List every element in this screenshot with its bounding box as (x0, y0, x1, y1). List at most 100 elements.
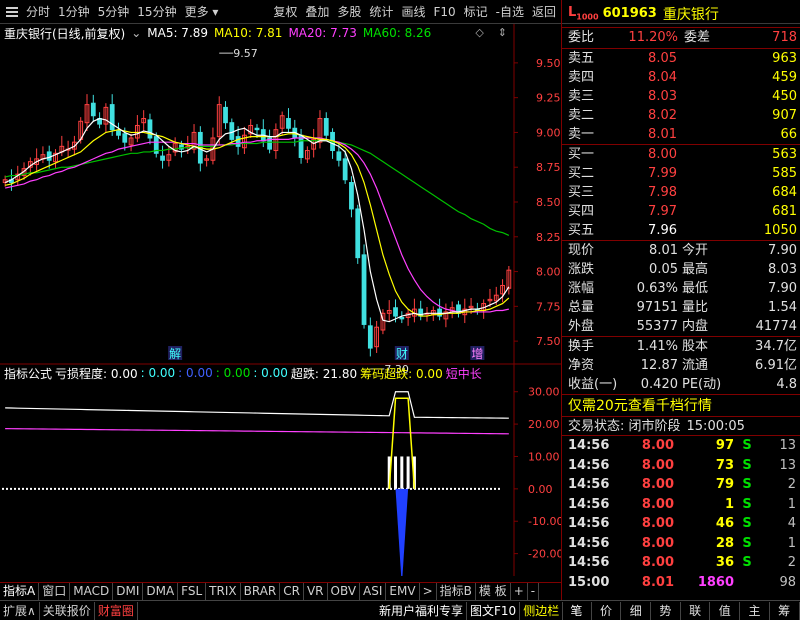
indicator-tab-0[interactable]: 指标A (0, 583, 40, 600)
level-volume: 963 (772, 51, 797, 66)
mark-button[interactable]: 标记 (460, 0, 492, 24)
multi-stock-button[interactable]: 多股 (333, 0, 365, 24)
bid-row[interactable]: 买二 7.99 585 (562, 164, 800, 183)
stat-label: 净资 (568, 358, 595, 373)
stat-value: 6.91亿 (755, 358, 797, 373)
ask-row[interactable]: 卖一 8.01 66 (562, 125, 800, 144)
related-quotes-tab[interactable]: 关联报价 (40, 601, 95, 620)
level2-promo-link[interactable]: 仅需20元查看千档行情 (562, 394, 800, 416)
sidebar-toggle[interactable]: 侧边栏 (520, 601, 564, 620)
remove-watchlist-button[interactable]: -自选 (492, 0, 528, 24)
indicator-tab-8[interactable]: CR (280, 583, 304, 600)
indicator-tab-7[interactable]: BRAR (241, 583, 281, 600)
back-button[interactable]: 返回 (528, 0, 560, 24)
indicator-tab-13[interactable]: > (420, 583, 437, 600)
indicator-name[interactable]: 指标公式 (0, 365, 52, 382)
price-axis-label: 9.00 (536, 126, 561, 139)
indicator-tab-2[interactable]: MACD (70, 583, 114, 600)
tick-count: 98 (779, 574, 796, 590)
tick-time: 14:56 (568, 555, 610, 570)
tick-row: 14:56 8.00 28 S 1 (562, 534, 800, 554)
expand-button[interactable]: 扩展∧ (0, 601, 40, 620)
ask-row[interactable]: 卖四 8.04 459 (562, 68, 800, 87)
bid-row[interactable]: 买五 7.96 1050 (562, 221, 800, 240)
period-intraday[interactable]: 分时 (22, 0, 54, 24)
indicator-tab-15[interactable]: 模 板 (476, 583, 511, 600)
side-tab-7[interactable]: 筹 (770, 601, 800, 620)
period-5min[interactable]: 5分钟 (94, 0, 134, 24)
stat-label: 最低 (682, 281, 709, 296)
draw-line-button[interactable]: 画线 (397, 0, 429, 24)
indicator-tab-12[interactable]: EMV (386, 583, 420, 600)
tick-row: 14:56 8.00 79 S 2 (562, 475, 800, 495)
period-1min[interactable]: 1分钟 (54, 0, 94, 24)
candle-body (116, 130, 121, 136)
ask-row[interactable]: 卖二 8.02 907 (562, 106, 800, 125)
side-tab-0[interactable]: 笔 (562, 601, 592, 620)
stat-row: 涨幅 0.63% 最低 7.90 (562, 279, 800, 298)
kline-svg: 9.50 9.25 9.00 8.75 8.50 8.25 8.00 7.75 7.50 9.57… (0, 24, 561, 576)
new-user-benefit-link[interactable]: 新用户福利专享 (376, 601, 468, 620)
level-label: 买二 (568, 166, 595, 181)
tick-list[interactable]: 14:56 8.00 97 S 13 14:56 8.00 73 S 13 14:56 8.00 79 S… (562, 436, 800, 592)
indicator-axis-label: -10.00 (528, 515, 561, 528)
tick-time: 15:00 (568, 574, 610, 590)
tick-volume: 97 (715, 438, 734, 453)
side-tab-4[interactable]: 联 (681, 601, 711, 620)
ma10-line (5, 129, 510, 317)
candle-body (349, 182, 354, 210)
rights-adjust-button[interactable]: 复权 (269, 0, 301, 24)
ma20-line (5, 137, 509, 313)
stat-label: 流通 (682, 358, 709, 373)
indicator-blue-spike (395, 488, 409, 576)
ask-row[interactable]: 卖三 8.03 450 (562, 87, 800, 106)
bid-row[interactable]: 买三 7.98 684 (562, 183, 800, 202)
indicator-tab-3[interactable]: DMI (113, 583, 144, 600)
period-more[interactable]: 更多 ▾ (181, 0, 223, 24)
stat-row: 收益(一) 0.420 PE(动) 4.8 (562, 375, 800, 394)
indicator-tab-16[interactable]: + (511, 583, 528, 600)
level-volume: 585 (772, 166, 797, 181)
indicator-white-line (5, 391, 509, 419)
indicator-tab-5[interactable]: FSL (178, 583, 207, 600)
indicator-tab-11[interactable]: ASI (360, 583, 387, 600)
ask-row[interactable]: 卖五 8.05 963 (562, 49, 800, 68)
wealth-circle-tab[interactable]: 财富圈 (95, 601, 138, 620)
bid-row[interactable]: 买一 8.00 563 (562, 145, 800, 164)
stat-label: 内盘 (682, 319, 709, 334)
kline-chart-area[interactable]: 重庆银行(日线,前复权) ⌄ MA5: 7.89 MA10: 7.81 MA20… (0, 24, 561, 576)
bid-row[interactable]: 买四 7.97 681 (562, 202, 800, 221)
f10-button[interactable]: F10 (429, 0, 459, 24)
overlay-button[interactable]: 叠加 (301, 0, 333, 24)
period-15min[interactable]: 15分钟 (133, 0, 180, 24)
indicator-tab-4[interactable]: DMA (143, 583, 179, 600)
stat-value: 7.90 (768, 281, 797, 296)
indicator-tab-1[interactable]: 窗口 (39, 583, 71, 600)
stat-row: 涨跌 0.05 最高 8.03 (562, 260, 800, 279)
side-tab-5[interactable]: 值 (710, 601, 741, 620)
candle-body (90, 102, 96, 117)
side-tab-3[interactable]: 势 (651, 601, 681, 620)
level-sub: 1000 (576, 12, 599, 22)
side-tabs: 笔价细势联值主筹 (562, 601, 800, 620)
tick-row: 14:56 8.00 97 S 13 (562, 436, 800, 456)
fundamental-stats: 换手 1.41% 股本 34.7亿 净资 12.87 流通 6.91亿 收益(一) 0.420 PE… (562, 337, 800, 394)
indicator-bar (406, 456, 410, 489)
indicator-tab-6[interactable]: TRIX (206, 583, 241, 600)
menu-icon[interactable] (6, 6, 20, 17)
indicator-tab-14[interactable]: 指标B (437, 583, 476, 600)
level-price: 8.01 (648, 127, 677, 142)
stat-label: 量比 (682, 300, 709, 315)
weibi-value: 11.20% (628, 30, 678, 45)
f10-graphic-link[interactable]: 图文F10 (467, 601, 521, 620)
level-label: 买三 (568, 185, 595, 200)
stats-button[interactable]: 统计 (365, 0, 397, 24)
indicator-tab-10[interactable]: OBV (328, 583, 361, 600)
indicator-tab-9[interactable]: VR (304, 583, 328, 600)
side-tab-6[interactable]: 主 (740, 601, 770, 620)
indicator-axis-label: -20.00 (528, 548, 561, 561)
side-tab-2[interactable]: 细 (621, 601, 652, 620)
indicator-tab-17[interactable]: - (528, 583, 540, 600)
side-tab-1[interactable]: 价 (592, 601, 622, 620)
candle-body (254, 127, 260, 131)
